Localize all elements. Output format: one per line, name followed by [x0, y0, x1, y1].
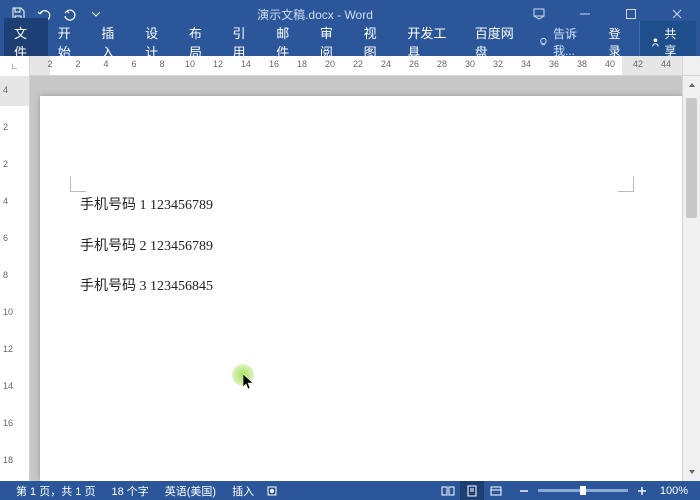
ruler-tick: 44 — [661, 59, 671, 69]
text-line[interactable]: 手机号码 1 123456789 — [80, 186, 642, 227]
ruler-tick: 4 — [103, 59, 108, 69]
horizontal-ruler-row: 2246810121416182022242628303234363840424… — [0, 56, 700, 76]
document-content[interactable]: 手机号码 1 123456789 手机号码 2 123456789 手机号码 3… — [80, 186, 642, 308]
ruler-tick: 34 — [521, 59, 531, 69]
ruler-tick: 28 — [437, 59, 447, 69]
login-link[interactable]: 登录 — [601, 25, 639, 59]
ruler-tick: 2 — [3, 122, 8, 132]
scrollbar-thumb[interactable] — [686, 98, 697, 218]
scrollbar-track[interactable] — [683, 94, 700, 463]
ruler-tick: 22 — [353, 59, 363, 69]
ruler-tick: 10 — [3, 307, 13, 317]
ruler-tick: 2 — [47, 59, 52, 69]
vertical-scrollbar[interactable] — [682, 76, 700, 481]
document-area[interactable]: 手机号码 1 123456789 手机号码 2 123456789 手机号码 3… — [30, 76, 682, 481]
ruler-tick: 10 — [185, 59, 195, 69]
workspace: 4 2 2 4 6 8 10 12 14 16 18 手机号码 1 123456789 手机号码 2… — [0, 76, 700, 481]
ruler-tick: 14 — [3, 381, 13, 391]
margin-mark-top-left — [70, 176, 86, 192]
status-language[interactable]: 英语(美国) — [157, 483, 224, 499]
ruler-tick: 30 — [465, 59, 475, 69]
macro-record-icon[interactable] — [262, 481, 282, 500]
margin-mark-top-right — [618, 176, 634, 192]
ruler-tick: 4 — [3, 85, 8, 95]
share-label: 共享 — [664, 25, 686, 59]
ruler-tick: 24 — [381, 59, 391, 69]
ruler-tick: 40 — [605, 59, 615, 69]
ruler-tick: 20 — [325, 59, 335, 69]
ruler-tick: 12 — [213, 59, 223, 69]
ruler-tick: 2 — [3, 159, 8, 169]
ruler-tick: 8 — [3, 270, 8, 280]
ruler-tick: 38 — [577, 59, 587, 69]
zoom-slider[interactable] — [538, 489, 628, 492]
text-line[interactable]: 手机号码 2 123456789 — [80, 227, 642, 268]
text-line[interactable]: 手机号码 3 123456845 — [80, 267, 642, 308]
ruler-tick: 12 — [3, 344, 13, 354]
read-mode-button[interactable] — [436, 481, 460, 500]
zoom-in-button[interactable] — [632, 481, 652, 500]
ruler-tick: 6 — [3, 233, 8, 243]
status-insert-mode[interactable]: 插入 — [224, 483, 262, 499]
ruler-tick: 16 — [269, 59, 279, 69]
ruler-tick: 36 — [549, 59, 559, 69]
ruler-corner[interactable] — [0, 56, 30, 76]
ribbon-tabs: 文件 开始 插入 设计 布局 引用 邮件 审阅 视图 开发工具 百度网盘 告诉我… — [0, 28, 700, 56]
lightbulb-icon — [538, 36, 549, 48]
share-icon — [650, 36, 661, 48]
zoom-percent[interactable]: 100% — [656, 485, 692, 497]
status-word-count[interactable]: 18 个字 — [103, 483, 156, 499]
statusbar: 第 1 页，共 1 页 18 个字 英语(美国) 插入 100% — [0, 481, 700, 500]
ruler-tick: 42 — [633, 59, 643, 69]
scroll-down-button[interactable] — [683, 463, 700, 481]
zoom-controls: 100% — [514, 481, 692, 500]
vertical-ruler-wrap: 4 2 2 4 6 8 10 12 14 16 18 — [0, 76, 30, 481]
view-mode-buttons — [436, 481, 508, 500]
ruler-tick: 14 — [241, 59, 251, 69]
ruler-tick: 4 — [3, 196, 8, 206]
ruler-tick: 6 — [131, 59, 136, 69]
minimize-button[interactable] — [562, 0, 608, 28]
ruler-tick: 16 — [3, 418, 13, 428]
ruler-tick: 8 — [159, 59, 164, 69]
zoom-slider-thumb[interactable] — [580, 486, 586, 495]
page[interactable]: 手机号码 1 123456789 手机号码 2 123456789 手机号码 3… — [40, 96, 682, 481]
horizontal-ruler[interactable]: 2246810121416182022242628303234363840424… — [30, 56, 682, 75]
ruler-tick: 18 — [297, 59, 307, 69]
scroll-up-button[interactable] — [683, 76, 700, 94]
ruler-tick: 2 — [75, 59, 80, 69]
status-page[interactable]: 第 1 页，共 1 页 — [8, 483, 103, 499]
ruler-tick: 26 — [409, 59, 419, 69]
tell-me-search[interactable]: 告诉我... — [532, 25, 601, 59]
scroll-corner — [682, 56, 700, 75]
ruler-tick: 18 — [3, 455, 13, 465]
tell-me-label: 告诉我... — [553, 25, 595, 59]
print-layout-button[interactable] — [460, 481, 484, 500]
zoom-out-button[interactable] — [514, 481, 534, 500]
ruler-tick: 32 — [493, 59, 503, 69]
vertical-ruler[interactable]: 4 2 2 4 6 8 10 12 14 16 18 — [0, 76, 29, 481]
web-layout-button[interactable] — [484, 481, 508, 500]
